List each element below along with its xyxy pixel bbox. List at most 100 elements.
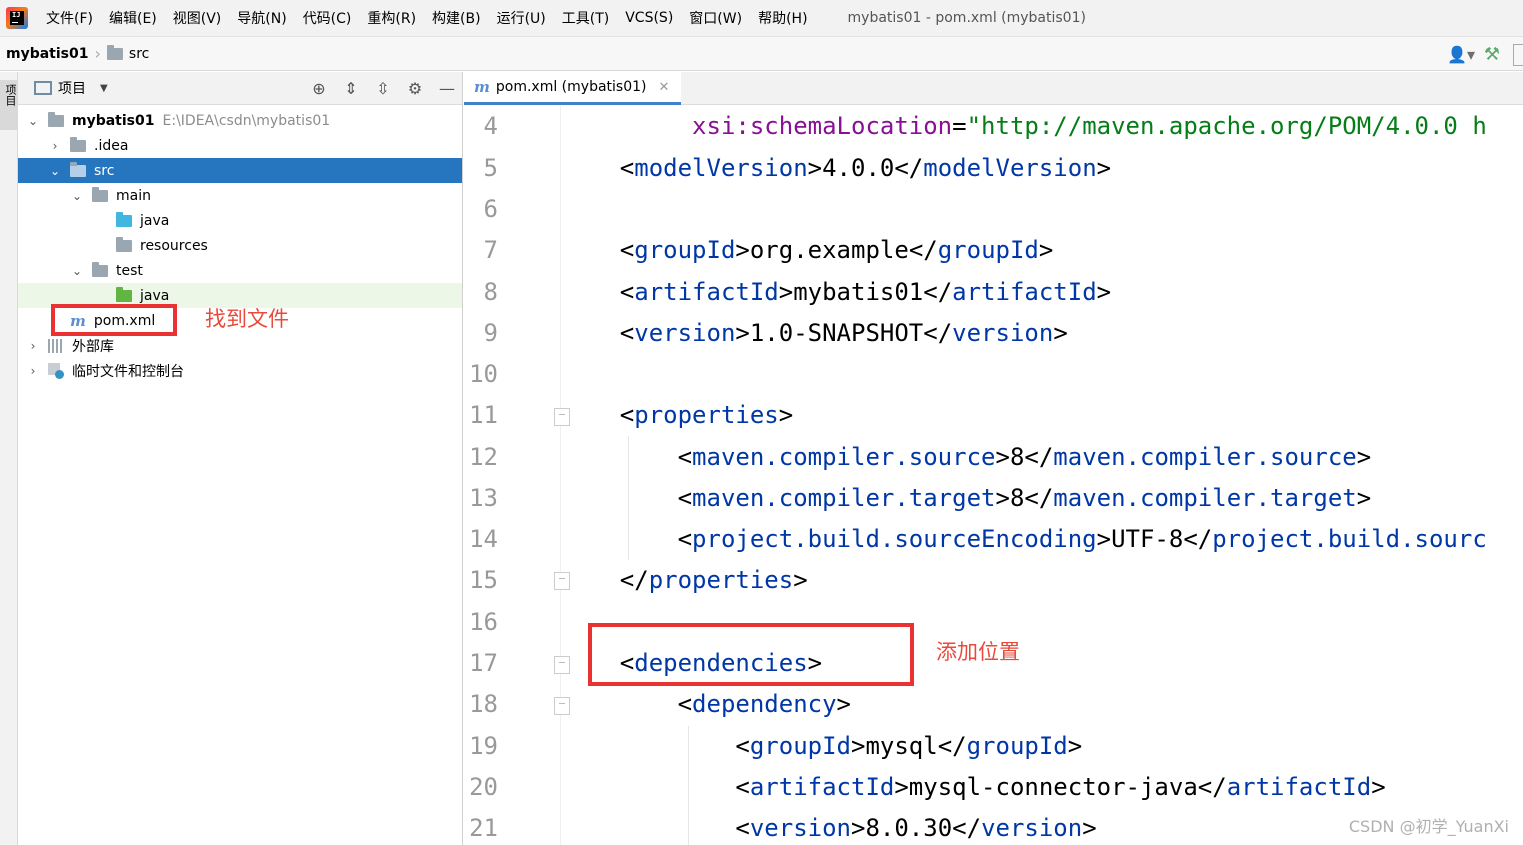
tree-item-label: mybatis01 [72, 112, 155, 129]
annotation-add-position: 添加位置 [936, 640, 1020, 664]
project-tool-tab-label: 项目 [4, 84, 17, 106]
collapse-all-icon[interactable]: ⇳ [374, 79, 392, 98]
menu-edit[interactable]: 编辑(E) [101, 8, 165, 28]
line-number: 10 [469, 360, 498, 388]
code-tag: artifactId [634, 278, 779, 306]
annotation-find-file: 找到文件 [205, 307, 289, 331]
code-tag: version [749, 814, 851, 842]
chevron-down-icon[interactable]: ⌄ [26, 114, 40, 128]
code-string: "http://maven.apache.org/POM/4.0.0 h [966, 112, 1487, 140]
nav-toolbar: 👤▾ ⚒ [1445, 37, 1523, 72]
gear-icon[interactable]: ⚙ [406, 79, 424, 98]
code-tag: properties [648, 566, 794, 594]
tab-pom-xml[interactable]: m pom.xml (mybatis01) ✕ [464, 72, 681, 105]
intellij-logo-icon: IJ [6, 7, 28, 29]
code-tag: maven.compiler.target [692, 484, 996, 512]
chevron-right-icon[interactable]: › [26, 339, 40, 353]
project-panel: 项目 ▼ ⊕ ⇕ ⇳ ⚙ — ⌄ mybatis01 E:\IDEA\csdn\… [18, 72, 463, 845]
folder-icon [70, 136, 86, 152]
line-number: 11 [469, 401, 498, 429]
tree-item-label: src [94, 162, 115, 179]
line-number: 13 [469, 484, 498, 512]
tree-item-label: test [116, 262, 143, 279]
code-line-8: <artifactId>mybatis01</artifactId> [619, 278, 1112, 306]
menu-navigate[interactable]: 导航(N) [229, 8, 294, 28]
tree-item-external-libraries[interactable]: › 外部库 [18, 333, 462, 358]
chevron-down-icon[interactable]: ⌄ [70, 264, 84, 278]
menu-tools[interactable]: 工具(T) [554, 8, 617, 28]
close-icon[interactable]: ✕ [658, 80, 669, 95]
tree-item-label: java [140, 212, 170, 229]
line-number: 21 [469, 814, 498, 842]
code-line-20: <artifactId>mysql-connector-java</artifa… [735, 773, 1386, 801]
code-line-14: <project.build.sourceEncoding>UTF-8</pro… [677, 525, 1487, 553]
left-tool-stripe: 项目 [0, 72, 18, 845]
tree-item-scratches[interactable]: › 临时文件和控制台 [18, 358, 462, 383]
build-hammer-icon[interactable]: ⚒ [1477, 44, 1507, 65]
locate-icon[interactable]: ⊕ [310, 79, 328, 98]
expand-all-icon[interactable]: ⇕ [342, 79, 360, 98]
code-editor[interactable]: xsi:schemaLocation="http://maven.apache.… [562, 106, 1523, 845]
menu-refactor[interactable]: 重构(R) [359, 8, 424, 28]
chevron-down-icon[interactable]: ⌄ [48, 164, 62, 178]
tree-item-mybatis01[interactable]: ⌄ mybatis01 E:\IDEA\csdn\mybatis01 [18, 108, 462, 133]
user-dropdown-icon[interactable]: 👤▾ [1445, 45, 1477, 64]
chevron-right-icon[interactable]: › [48, 139, 62, 153]
highlight-box-pom [51, 304, 177, 336]
resources-folder-icon [116, 236, 132, 252]
code-text: 8 [1009, 484, 1025, 512]
code-tag: maven.compiler.source [692, 443, 996, 471]
code-tag: artifactId [952, 278, 1097, 306]
code-tag: groupId [966, 732, 1068, 760]
folder-icon [92, 186, 108, 202]
code-tag: properties [634, 401, 779, 429]
project-tool-tab[interactable]: 项目 [0, 80, 18, 130]
chevron-down-icon[interactable]: ▼ [100, 83, 108, 94]
test-folder-icon [116, 286, 132, 302]
line-number: 19 [469, 732, 498, 760]
tree-item-src[interactable]: ⌄ src [18, 158, 462, 183]
breadcrumb-project[interactable]: mybatis01 [6, 46, 89, 62]
menu-file[interactable]: 文件(F) [38, 8, 101, 28]
project-view-title[interactable]: 项目 [58, 78, 86, 98]
breadcrumb-src[interactable]: src [106, 44, 150, 62]
code-tag: groupId [749, 732, 851, 760]
code-line-15: </properties> [619, 566, 808, 594]
menu-vcs[interactable]: VCS(S) [617, 10, 681, 26]
project-view-icon [34, 81, 52, 95]
menu-window[interactable]: 窗口(W) [681, 8, 750, 28]
folder-icon [70, 161, 86, 177]
code-tag: version [952, 319, 1054, 347]
line-number: 8 [483, 278, 498, 306]
code-line-19: <groupId>mysql</groupId> [735, 732, 1083, 760]
menu-code[interactable]: 代码(C) [295, 8, 360, 28]
toolbar-extension [1513, 43, 1523, 66]
code-tag: project.build.sourceEncoding [692, 525, 1097, 553]
code-text: 4.0.0 [822, 154, 895, 182]
menu-bar: IJ 文件(F) 编辑(E) 视图(V) 导航(N) 代码(C) 重构(R) 构… [0, 0, 1523, 36]
tree-item-label: 临时文件和控制台 [72, 363, 184, 380]
code-line-4: xsi:schemaLocation="http://maven.apache.… [692, 112, 1487, 140]
chevron-right-icon[interactable]: › [26, 364, 40, 378]
module-folder-icon [48, 111, 64, 127]
hide-icon[interactable]: — [438, 79, 456, 98]
menu-help[interactable]: 帮助(H) [750, 8, 815, 28]
code-tag: modelVersion [923, 154, 1097, 182]
menu-run[interactable]: 运行(U) [489, 8, 554, 28]
line-number: 4 [483, 112, 498, 140]
breadcrumb-src-label: src [128, 45, 150, 62]
tree-item-idea[interactable]: › .idea [18, 133, 462, 158]
tree-item-resources[interactable]: resources [18, 233, 462, 258]
code-line-18: <dependency> [677, 690, 851, 718]
menu-view[interactable]: 视图(V) [165, 8, 230, 28]
code-tag: project.build.sourc [1212, 525, 1487, 553]
chevron-down-icon[interactable]: ⌄ [70, 189, 84, 203]
tree-item-path: E:\IDEA\csdn\mybatis01 [162, 112, 331, 129]
code-tag: maven.compiler.target [1053, 484, 1357, 512]
tree-item-main-java[interactable]: java [18, 208, 462, 233]
code-line-5: <modelVersion>4.0.0</modelVersion> [619, 154, 1112, 182]
tree-item-main[interactable]: ⌄ main [18, 183, 462, 208]
menu-build[interactable]: 构建(B) [424, 8, 489, 28]
tree-item-test[interactable]: ⌄ test [18, 258, 462, 283]
code-text: 1.0-SNAPSHOT [749, 319, 924, 347]
